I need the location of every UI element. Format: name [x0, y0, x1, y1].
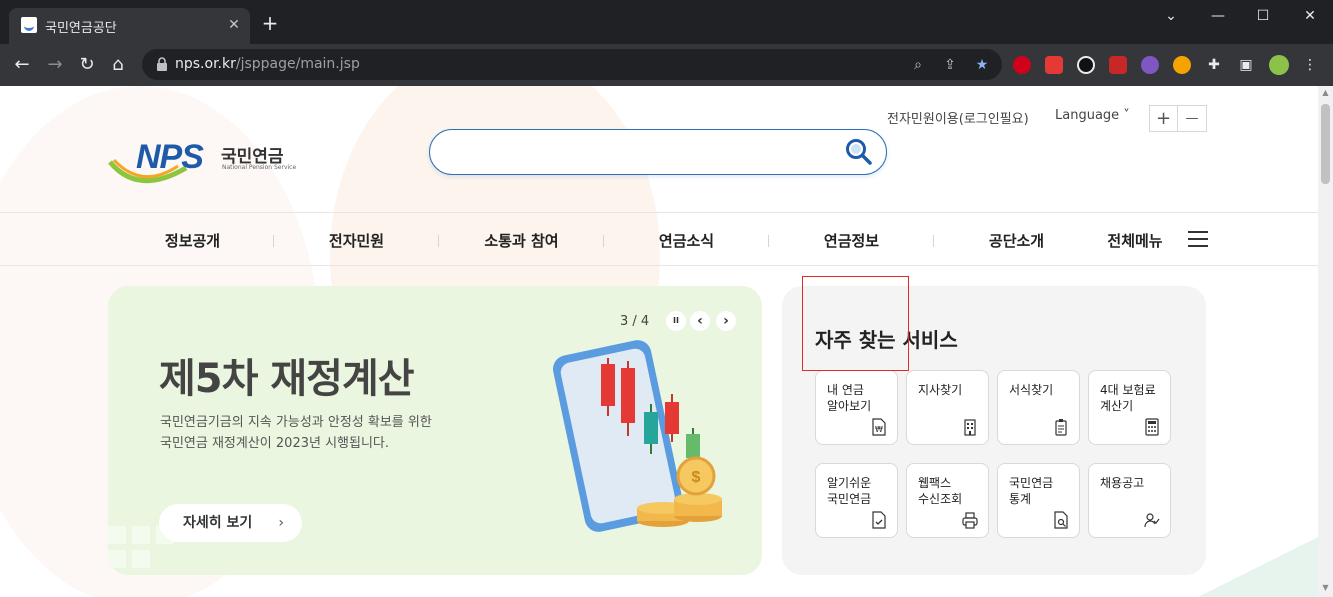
service-easy-pension[interactable]: 알기쉬운 국민연금: [815, 463, 898, 538]
chevron-right-icon: ›: [278, 515, 284, 531]
service-pension-statistics[interactable]: 국민연금 통계: [997, 463, 1080, 538]
nav-e-civil[interactable]: 전자민원: [274, 230, 439, 251]
nps-favicon-icon: [21, 17, 37, 33]
close-window-button[interactable]: ✕: [1295, 6, 1325, 26]
extension-purple-icon[interactable]: [1141, 56, 1159, 74]
svg-text:$: $: [692, 469, 701, 486]
zoom-out-button[interactable]: —: [1178, 106, 1206, 131]
nav-pension-info[interactable]: 연금정보: [769, 230, 934, 251]
service-label: 서식찾기: [1009, 383, 1054, 397]
service-find-forms[interactable]: 서식찾기: [997, 370, 1080, 445]
extension-p-icon[interactable]: [1077, 56, 1095, 74]
printer-icon: [962, 512, 978, 529]
extension-lock-icon[interactable]: [1045, 56, 1063, 74]
lock-icon[interactable]: [156, 57, 168, 71]
extension-red-icon[interactable]: [1013, 56, 1031, 74]
banner-description-line: 국민연금 재정계산이 2023년 시행됩니다.: [160, 436, 390, 451]
service-recruitment[interactable]: 채용공고: [1088, 463, 1171, 538]
zoom-magnifier-icon[interactable]: ⌕: [908, 55, 928, 75]
browser-toolbar: ← → ↻ ⌂ nps.or.kr/jsppage/main.jsp ⌕ ⇪ ★…: [0, 44, 1333, 86]
document-check-icon: [872, 511, 886, 529]
service-my-pension[interactable]: 내 연금 알아보기 ₩: [815, 370, 898, 445]
main-banner[interactable]: 3 / 4 II ‹ › 제5차 재정계산 국민연금기금의 지속 가능성과 안정…: [108, 286, 762, 575]
scroll-down-arrow-icon[interactable]: ▼: [1321, 583, 1330, 593]
main-navigation: 정보공개 전자민원 소통과 참여 연금소식 연금정보 공단소개 전체메뉴: [0, 212, 1318, 266]
nav-about[interactable]: 공단소개: [934, 230, 1099, 251]
e-civil-login-link[interactable]: 전자민원이용(로그인필요): [887, 108, 1029, 127]
hamburger-menu-icon[interactable]: [1188, 231, 1208, 247]
service-webfax[interactable]: 웹팩스 수신조회: [906, 463, 989, 538]
building-icon: [964, 419, 976, 436]
scroll-up-arrow-icon[interactable]: ▲: [1321, 88, 1330, 98]
forward-arrow-icon[interactable]: →: [43, 53, 67, 77]
pause-button[interactable]: II: [666, 311, 686, 331]
selection-highlight-box: [802, 276, 909, 371]
minimize-button[interactable]: —: [1203, 6, 1233, 26]
nav-info-disclosure[interactable]: 정보공개: [110, 230, 275, 251]
tab-search-icon[interactable]: ⌄: [1156, 6, 1186, 26]
service-label: 4대 보험료 계산기: [1100, 383, 1156, 413]
web-page: 전자민원이용(로그인필요) Language ˅ + — NPS 국민연금 Na…: [0, 86, 1318, 597]
background-decoration: [1198, 537, 1318, 597]
share-icon[interactable]: ⇪: [940, 55, 960, 75]
service-label: 지사찾기: [918, 383, 963, 397]
browser-tab[interactable]: 국민연금공단 ✕: [9, 8, 250, 44]
nav-all-menu[interactable]: 전체메뉴: [1090, 230, 1180, 251]
phone-stock-chart-illustration: $: [552, 340, 722, 532]
back-arrow-icon[interactable]: ←: [10, 53, 34, 77]
extension-media-icon[interactable]: [1109, 56, 1127, 74]
extensions-puzzle-icon[interactable]: ✚: [1204, 55, 1224, 75]
url-text[interactable]: nps.or.kr/jsppage/main.jsp: [175, 56, 360, 72]
svg-text:₩: ₩: [875, 425, 883, 434]
home-icon[interactable]: ⌂: [106, 53, 130, 77]
service-insurance-calculator[interactable]: 4대 보험료 계산기: [1088, 370, 1171, 445]
new-tab-button[interactable]: +: [260, 13, 280, 33]
extension-color-wheel-icon[interactable]: [1173, 56, 1191, 74]
next-slide-button[interactable]: ›: [716, 311, 736, 331]
profile-avatar[interactable]: [1269, 55, 1289, 75]
service-label: 웹팩스 수신조회: [918, 476, 963, 506]
side-panel-icon[interactable]: ▣: [1236, 55, 1256, 75]
service-label: 알기쉬운 국민연금: [827, 476, 872, 506]
banner-description-line: 국민연금기금의 지속 가능성과 안정성 확보를 위한: [160, 415, 432, 430]
nps-logo[interactable]: NPS 국민연금 National Pension Service: [108, 134, 298, 190]
details-button-label: 자세히 보기: [183, 515, 253, 531]
details-button[interactable]: 자세히 보기 ›: [159, 504, 302, 542]
kebab-menu-icon[interactable]: ⋮: [1300, 55, 1320, 75]
browser-tab-bar: 국민연금공단 ✕ + ⌄ — ☐ ✕: [0, 0, 1333, 44]
document-search-icon: [1054, 511, 1068, 529]
logo-english: National Pension Service: [222, 164, 297, 171]
person-check-icon: [1144, 513, 1160, 528]
vertical-scrollbar[interactable]: ▲ ▼: [1318, 86, 1333, 597]
service-find-branch[interactable]: 지사찾기: [906, 370, 989, 445]
slide-counter: 3 / 4: [620, 314, 650, 329]
search-icon[interactable]: [844, 137, 874, 167]
tab-title: 국민연금공단: [45, 21, 117, 36]
prev-slide-button[interactable]: ‹: [690, 311, 710, 331]
scrollbar-thumb[interactable]: [1321, 104, 1330, 184]
maximize-button[interactable]: ☐: [1248, 6, 1278, 26]
banner-title: 제5차 재정계산: [159, 356, 415, 402]
search-input[interactable]: [429, 129, 887, 175]
calculator-icon: [1145, 418, 1159, 436]
font-zoom-control: + —: [1149, 105, 1207, 132]
service-label: 내 연금 알아보기: [827, 383, 872, 413]
reload-icon[interactable]: ↻: [75, 53, 99, 77]
nav-pension-news[interactable]: 연금소식: [604, 230, 769, 251]
zoom-in-button[interactable]: +: [1150, 106, 1178, 131]
won-document-icon: ₩: [872, 418, 886, 436]
logo-mark: NPS: [136, 138, 204, 176]
banner-description: 국민연금기금의 지속 가능성과 안정성 확보를 위한 국민연금 재정계산이 20…: [160, 412, 480, 454]
clipboard-icon: [1055, 419, 1067, 436]
address-bar[interactable]: nps.or.kr/jsppage/main.jsp ⌕ ⇪ ★: [142, 49, 1002, 80]
nav-communication[interactable]: 소통과 참여: [439, 230, 604, 251]
language-selector[interactable]: Language ˅: [1055, 108, 1130, 123]
close-tab-icon[interactable]: ✕: [224, 15, 244, 35]
service-label: 채용공고: [1100, 476, 1145, 490]
bookmark-star-icon[interactable]: ★: [972, 55, 992, 75]
service-label: 국민연금 통계: [1009, 476, 1054, 506]
